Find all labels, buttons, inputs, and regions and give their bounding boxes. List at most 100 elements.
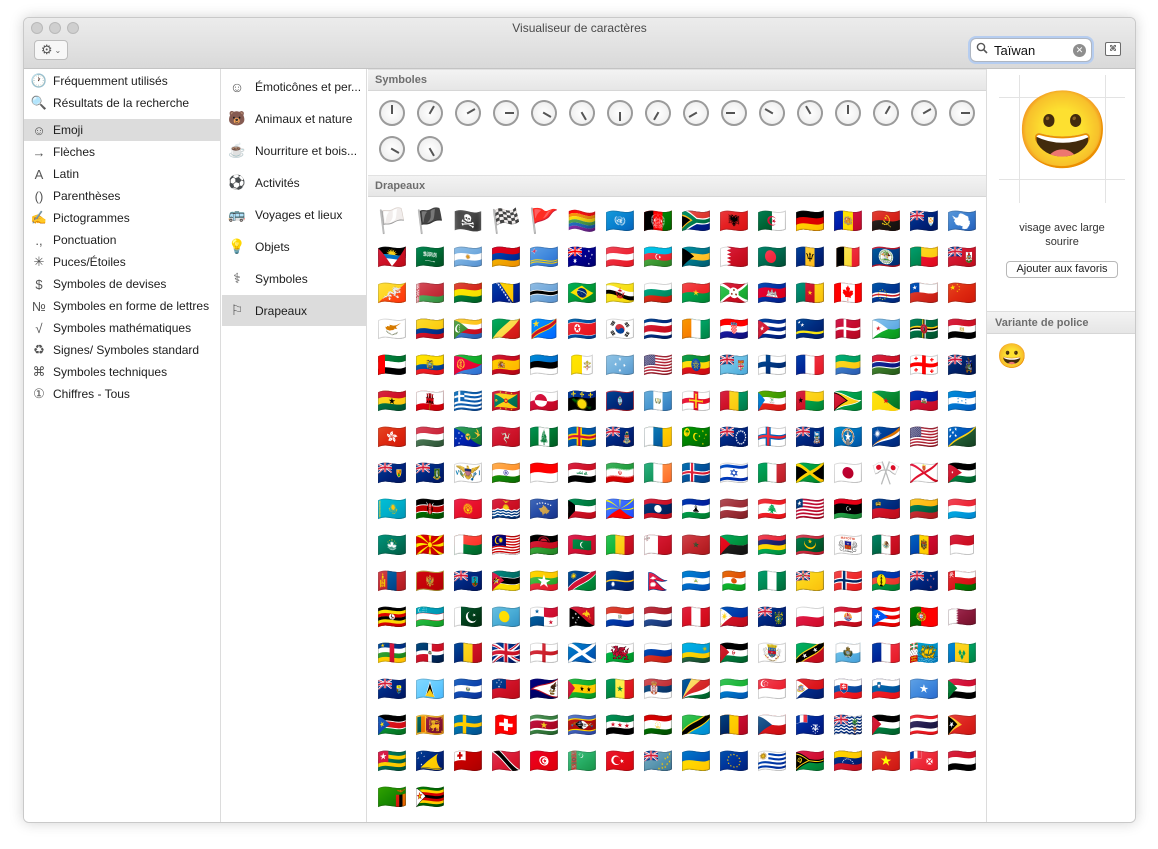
flag-cell[interactable]: 🇬🇱 — [525, 384, 563, 420]
flag-cell[interactable]: 🇺🇸 — [639, 348, 677, 384]
clock-symbol-cell[interactable] — [373, 131, 411, 167]
flag-cell[interactable]: 🇹🇫 — [791, 708, 829, 744]
flag-cell[interactable]: 🇨🇴 — [411, 312, 449, 348]
flag-cell[interactable]: 🇵🇲 — [905, 636, 943, 672]
flag-cell[interactable]: 🇻🇺 — [791, 744, 829, 780]
clock-symbol-cell[interactable] — [829, 95, 867, 131]
flag-cell[interactable]: 🇦🇲 — [487, 240, 525, 276]
flag-cell[interactable]: 🇦🇷 — [449, 240, 487, 276]
flag-cell[interactable]: 🇳🇵 — [639, 564, 677, 600]
flag-cell[interactable]: 🇲🇭 — [867, 420, 905, 456]
clock-symbol-cell[interactable] — [373, 95, 411, 131]
flag-cell[interactable]: 🇻🇳 — [867, 744, 905, 780]
flag-cell[interactable]: 🚩 — [525, 204, 563, 240]
flag-cell[interactable]: 🇦🇸 — [525, 672, 563, 708]
flag-cell[interactable]: 🇺🇾 — [753, 744, 791, 780]
clock-symbol-cell[interactable] — [487, 95, 525, 131]
flag-cell[interactable]: 🇸🇾 — [601, 708, 639, 744]
flag-cell[interactable]: 🇵🇹 — [905, 600, 943, 636]
clock-symbol-cell[interactable] — [715, 95, 753, 131]
flag-cell[interactable]: 🇱🇨 — [411, 672, 449, 708]
flag-cell[interactable]: 🇬🇺 — [601, 384, 639, 420]
flag-cell[interactable]: 🇹🇯 — [639, 708, 677, 744]
flag-cell[interactable]: 🇵🇦 — [525, 600, 563, 636]
flag-cell[interactable]: 🇬🇲 — [867, 348, 905, 384]
flag-cell[interactable]: 🇨🇮 — [677, 312, 715, 348]
flag-cell[interactable]: 🇹🇿 — [677, 708, 715, 744]
flag-cell[interactable]: 🇧🇮 — [715, 276, 753, 312]
flag-cell[interactable]: 🇫🇷 — [791, 348, 829, 384]
clock-symbol-cell[interactable] — [677, 95, 715, 131]
flag-cell[interactable]: 🇨🇺 — [753, 312, 791, 348]
flag-cell[interactable]: 🇭🇺 — [411, 420, 449, 456]
flag-cell[interactable]: 🇧🇧 — [791, 240, 829, 276]
keyboard-viewer-button[interactable]: ⌘ — [1105, 42, 1121, 56]
flag-cell[interactable]: 🇧🇲 — [943, 240, 981, 276]
flag-cell[interactable]: 🇨🇳 — [943, 276, 981, 312]
flag-cell[interactable]: 🇺🇬 — [373, 600, 411, 636]
flag-cell[interactable]: 🏳️ — [373, 204, 411, 240]
flag-cell[interactable]: 🇦🇽 — [563, 420, 601, 456]
flag-cell[interactable]: 🇸🇧 — [943, 420, 981, 456]
flag-cell[interactable]: 🇩🇰 — [829, 312, 867, 348]
flag-cell[interactable]: 🇳🇴 — [829, 564, 867, 600]
flag-cell[interactable]: 🇧🇷 — [563, 276, 601, 312]
flag-cell[interactable]: 🇲🇺 — [753, 528, 791, 564]
flag-cell[interactable]: 🇸🇴 — [905, 672, 943, 708]
subcategory-item[interactable]: ⚽ Activités — [222, 167, 366, 198]
flag-cell[interactable]: 🇪🇺 — [715, 744, 753, 780]
flag-cell[interactable]: 🇱🇮 — [867, 492, 905, 528]
flag-cell[interactable]: 🇹🇱 — [943, 708, 981, 744]
flag-cell[interactable]: 🇮🇱 — [715, 456, 753, 492]
flag-cell[interactable]: 🇬🇫 — [867, 384, 905, 420]
flag-cell[interactable]: 🇲🇸 — [449, 564, 487, 600]
flag-cell[interactable]: 🇵🇷 — [867, 600, 905, 636]
flag-cell[interactable]: 🇮🇩 — [525, 456, 563, 492]
flag-cell[interactable]: 🇧🇩 — [753, 240, 791, 276]
flag-cell[interactable]: 🇳🇦 — [563, 564, 601, 600]
flag-cell[interactable]: 🇦🇱 — [715, 204, 753, 240]
flag-cell[interactable]: 🇻🇦 — [563, 348, 601, 384]
flag-cell[interactable]: 🇹🇳 — [525, 744, 563, 780]
clock-symbol-cell[interactable] — [411, 95, 449, 131]
flag-cell[interactable]: 🇲🇼 — [525, 528, 563, 564]
flag-cell[interactable]: 🇵🇭 — [715, 600, 753, 636]
flag-cell[interactable]: 🇹🇴 — [449, 744, 487, 780]
flag-cell[interactable]: 🇪🇬 — [943, 312, 981, 348]
flag-cell[interactable]: 🇦🇺 — [563, 240, 601, 276]
flag-cell[interactable]: 🇸🇷 — [525, 708, 563, 744]
flag-cell[interactable]: 🇲🇩 — [905, 528, 943, 564]
flag-cell[interactable]: 🇭🇹 — [905, 384, 943, 420]
flag-cell[interactable]: 🇰🇮 — [487, 492, 525, 528]
flag-cell[interactable]: 🇯🇴 — [943, 456, 981, 492]
flag-cell[interactable]: 🇸🇮 — [867, 672, 905, 708]
flag-cell[interactable]: 🇸🇽 — [791, 672, 829, 708]
flag-cell[interactable]: 🇼🇫 — [905, 744, 943, 780]
flag-cell[interactable]: 🇰🇵 — [563, 312, 601, 348]
flag-cell[interactable]: 🇷🇼 — [677, 636, 715, 672]
subcategory-item[interactable]: ⚐ Drapeaux — [222, 295, 366, 326]
flag-cell[interactable]: 🇳🇺 — [791, 564, 829, 600]
flag-cell[interactable]: 🇮🇨 — [639, 420, 677, 456]
flag-cell[interactable]: 🇺🇦 — [677, 744, 715, 780]
clear-search-icon[interactable]: ✕ — [1073, 44, 1086, 57]
flag-cell[interactable]: 🇪🇷 — [449, 348, 487, 384]
flag-cell[interactable]: 🇸🇻 — [449, 672, 487, 708]
flag-cell[interactable]: 🇳🇿 — [905, 564, 943, 600]
clock-symbol-cell[interactable] — [943, 95, 981, 131]
flag-cell[interactable]: 🇵🇸 — [867, 708, 905, 744]
clock-symbol-cell[interactable] — [867, 95, 905, 131]
flag-cell[interactable]: 🇻🇪 — [829, 744, 867, 780]
flag-cell[interactable]: 🇮🇹 — [753, 456, 791, 492]
flag-cell[interactable]: 🇯🇪 — [905, 456, 943, 492]
flag-cell[interactable]: 🇰🇼 — [563, 492, 601, 528]
flag-cell[interactable]: 🇵🇳 — [753, 600, 791, 636]
flag-cell[interactable]: 🇲🇰 — [411, 528, 449, 564]
flag-cell[interactable]: 🇰🇿 — [373, 492, 411, 528]
flag-cell[interactable]: 🇹🇻 — [639, 744, 677, 780]
subcategory-item[interactable]: ☕ Nourriture et bois... — [222, 135, 366, 166]
flag-cell[interactable]: 🇲🇾 — [487, 528, 525, 564]
flag-cell[interactable]: 🇴🇲 — [943, 564, 981, 600]
flag-cell[interactable]: 🇭🇷 — [715, 312, 753, 348]
flag-cell[interactable]: 🇳🇪 — [715, 564, 753, 600]
